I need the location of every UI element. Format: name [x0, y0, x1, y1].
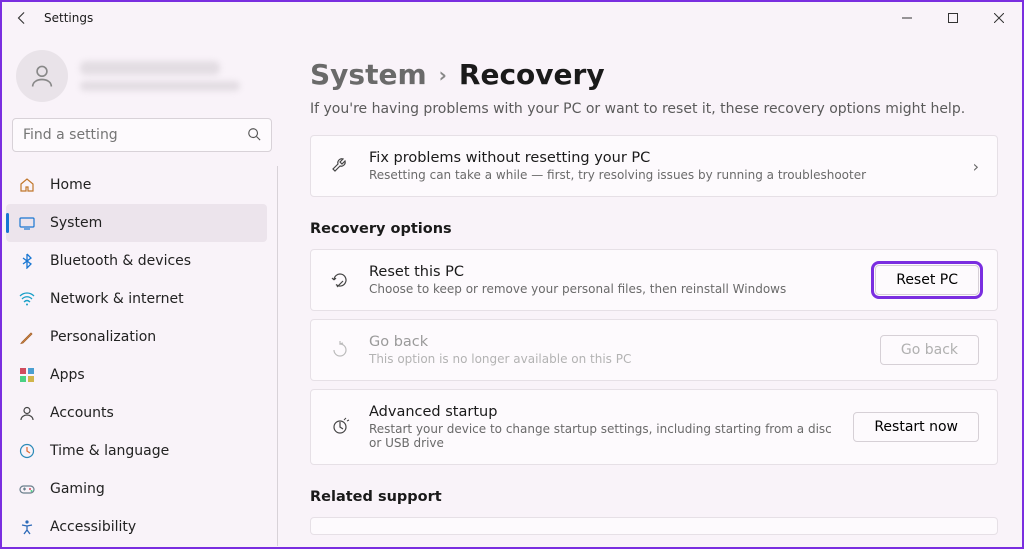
system-icon	[18, 215, 36, 231]
wrench-icon	[329, 156, 351, 176]
content-area: System › Recovery If you're having probl…	[282, 34, 1022, 547]
reset-icon	[329, 270, 351, 290]
page-intro: If you're having problems with your PC o…	[310, 101, 998, 117]
recovery-options-heading: Recovery options	[310, 221, 998, 237]
app-title: Settings	[44, 11, 93, 25]
nav-label: System	[50, 215, 102, 231]
bluetooth-icon	[18, 253, 36, 269]
fix-desc: Resetting can take a while — first, try …	[369, 168, 955, 182]
gaming-icon	[18, 481, 36, 497]
nav-label: Apps	[50, 367, 85, 383]
nav-list: Home System Bluetooth & devices Network …	[6, 166, 278, 546]
related-support-heading: Related support	[310, 489, 998, 505]
nav-label: Bluetooth & devices	[50, 253, 191, 269]
nav-bluetooth[interactable]: Bluetooth & devices	[6, 242, 267, 280]
profile-email-blurred	[80, 81, 240, 91]
accounts-icon	[18, 405, 36, 421]
reset-title: Reset this PC	[369, 264, 857, 280]
chevron-right-icon: ›	[973, 157, 979, 176]
go-back-button: Go back	[880, 335, 979, 365]
advanced-startup-card: Advanced startup Restart your device to …	[310, 389, 998, 465]
goback-icon	[329, 340, 351, 360]
related-card-cutoff	[310, 517, 998, 535]
breadcrumb-current: Recovery	[459, 58, 605, 91]
breadcrumb-parent[interactable]: System	[310, 58, 427, 91]
search-box[interactable]	[12, 118, 272, 152]
nav-label: Time & language	[50, 443, 169, 459]
advanced-desc: Restart your device to change startup se…	[369, 422, 835, 450]
accessibility-icon	[18, 519, 36, 535]
nav-personalization[interactable]: Personalization	[6, 318, 267, 356]
personalization-icon	[18, 329, 36, 345]
fix-problems-card[interactable]: Fix problems without resetting your PC R…	[310, 135, 998, 197]
nav-label: Personalization	[50, 329, 156, 345]
apps-icon	[18, 367, 36, 383]
titlebar: Settings	[2, 2, 1022, 34]
nav-accounts[interactable]: Accounts	[6, 394, 267, 432]
restart-now-button[interactable]: Restart now	[853, 412, 979, 442]
reset-pc-button[interactable]: Reset PC	[875, 265, 979, 295]
user-profile[interactable]	[6, 44, 278, 118]
nav-label: Accessibility	[50, 519, 136, 535]
nav-time[interactable]: Time & language	[6, 432, 267, 470]
nav-home[interactable]: Home	[6, 166, 267, 204]
nav-gaming[interactable]: Gaming	[6, 470, 267, 508]
nav-accessibility[interactable]: Accessibility	[6, 508, 267, 546]
fix-title: Fix problems without resetting your PC	[369, 150, 955, 166]
minimize-button[interactable]	[884, 2, 930, 34]
nav-label: Network & internet	[50, 291, 184, 307]
nav-label: Accounts	[50, 405, 114, 421]
nav-apps[interactable]: Apps	[6, 356, 267, 394]
profile-name-blurred	[80, 61, 220, 75]
advanced-title: Advanced startup	[369, 404, 835, 420]
nav-network[interactable]: Network & internet	[6, 280, 267, 318]
home-icon	[18, 177, 36, 193]
nav-label: Home	[50, 177, 91, 193]
goback-desc: This option is no longer available on th…	[369, 352, 862, 366]
search-input[interactable]	[23, 127, 225, 143]
breadcrumb: System › Recovery	[310, 58, 998, 91]
reset-desc: Choose to keep or remove your personal f…	[369, 282, 857, 296]
nav-label: Gaming	[50, 481, 105, 497]
maximize-button[interactable]	[930, 2, 976, 34]
advanced-icon	[329, 417, 351, 437]
search-icon	[247, 126, 261, 145]
goback-title: Go back	[369, 334, 862, 350]
close-button[interactable]	[976, 2, 1022, 34]
window-controls	[884, 2, 1022, 34]
chevron-right-icon: ›	[439, 63, 447, 87]
reset-pc-card: Reset this PC Choose to keep or remove y…	[310, 249, 998, 311]
network-icon	[18, 291, 36, 307]
back-button[interactable]	[10, 11, 34, 25]
time-icon	[18, 443, 36, 459]
nav-system[interactable]: System	[6, 204, 267, 242]
sidebar: Home System Bluetooth & devices Network …	[2, 34, 282, 547]
avatar	[16, 50, 68, 102]
go-back-card: Go back This option is no longer availab…	[310, 319, 998, 381]
